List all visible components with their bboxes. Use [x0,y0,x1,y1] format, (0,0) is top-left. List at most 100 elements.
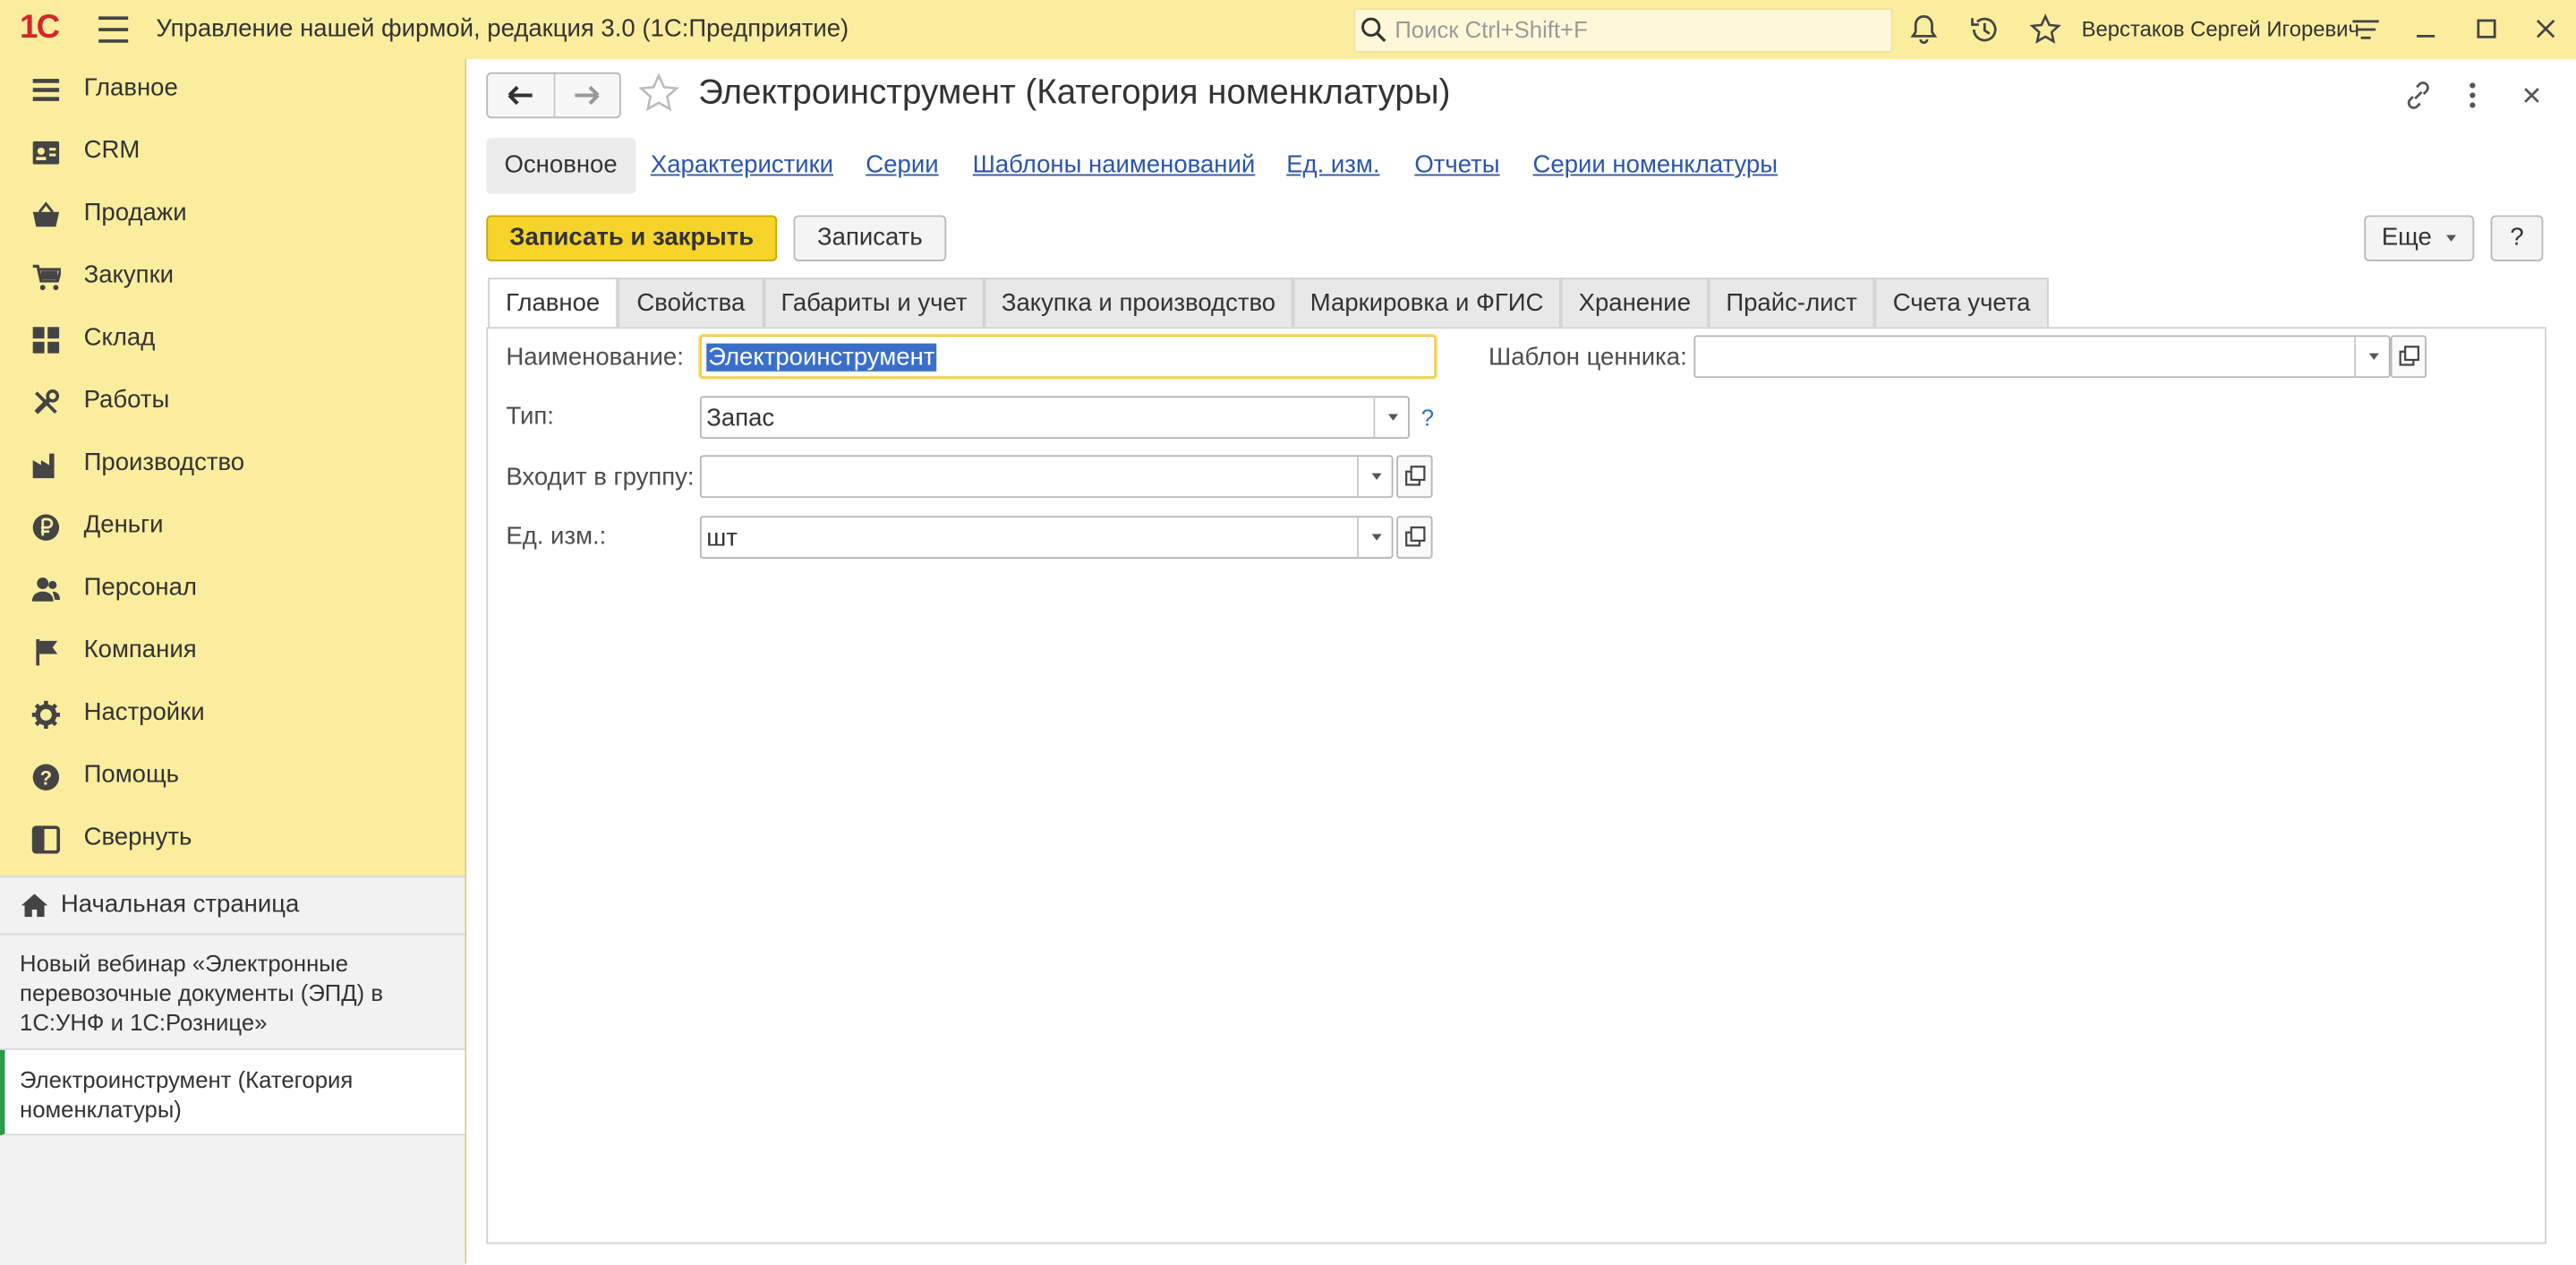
page-title: Электроинструмент (Категория номенклатур… [698,73,1451,112]
dropdown-arrow-icon[interactable] [1373,397,1409,438]
more-button[interactable]: Еще [2364,215,2475,261]
favorite-star-icon[interactable] [637,73,680,115]
minimize-icon[interactable] [2410,13,2444,47]
help-circle-icon: ? [32,764,60,791]
close-window-icon[interactable] [2530,13,2563,47]
name-value: Электроинструмент [706,343,937,372]
bell-icon[interactable] [1907,13,1941,47]
section-main[interactable]: Основное [486,138,635,194]
flag-icon [36,639,58,666]
search-box[interactable] [1353,8,1893,53]
group-select[interactable] [699,455,1394,499]
unit-open-button[interactable] [1396,516,1433,560]
sidebar-item-label: Продажи [83,199,187,227]
ruble-coin-icon [32,514,60,541]
settings-list-icon[interactable] [2350,13,2383,47]
home-page-label: Начальная страница [60,890,300,919]
sidebar-item-help[interactable]: ? Помощь [0,746,465,808]
open-in-window-icon [2399,346,2419,366]
tab-storage[interactable]: Хранение [1560,278,1709,328]
arrow-left-icon [508,85,533,106]
save-and-close-button[interactable]: Записать и закрыть [486,215,778,261]
dropdown-arrow-icon[interactable] [1357,457,1393,497]
more-button-label: Еще [2381,223,2432,252]
type-select[interactable]: Запас [699,396,1410,440]
gear-icon [31,700,60,730]
home-icon [21,893,48,918]
history-icon[interactable] [1968,13,2001,47]
sidebar-item-sales[interactable]: Продажи [0,184,465,247]
sections-panel: Главное CRM Продажи Закупки Склад Работы… [0,59,467,1265]
history-nav [486,72,621,119]
price-tag-template-select[interactable] [1693,335,2391,379]
back-button[interactable] [488,74,552,117]
type-help-link[interactable]: ? [1421,405,1434,431]
dropdown-arrow-icon[interactable] [2354,337,2390,377]
section-characteristics[interactable]: Характеристики [651,138,833,193]
tab-marking-fgis[interactable]: Маркировка и ФГИС [1292,278,1561,328]
app-title: Управление нашей фирмой, редакция 3.0 (1… [156,14,849,43]
section-product-series[interactable]: Серии номенклатуры [1533,138,1778,193]
forward-button[interactable] [553,73,619,117]
open-windows-panel: Начальная страница Новый вебинар «Электр… [0,876,465,1265]
basket-icon [32,201,60,227]
maximize-icon[interactable] [2471,13,2504,47]
sidebar-item-label: Склад [83,323,156,352]
sidebar-item-purchases[interactable]: Закупки [0,246,465,309]
contact-card-icon [32,141,60,165]
tab-price-list[interactable]: Прайс-лист [1708,278,1875,328]
open-window-item-current[interactable]: Электроинструмент (Категория номенклатур… [0,1049,465,1136]
title-bar: 1С Управление нашей фирмой, редакция 3.0… [0,0,2576,61]
main-menu-icon[interactable] [98,16,129,43]
tab-purchase-production[interactable]: Закупка и производство [984,278,1293,328]
arrow-right-icon [575,85,600,106]
search-icon [1361,17,1386,43]
open-in-window-icon [1405,526,1426,547]
price-tag-template-label: Шаблон ценника: [1488,343,1687,372]
price-tag-open-button[interactable] [2390,335,2427,379]
app-window: 1С Управление нашей фирмой, редакция 3.0… [0,0,2576,1265]
search-input[interactable] [1391,14,1875,45]
section-name-templates[interactable]: Шаблоны наименований [973,138,1256,193]
dropdown-arrow-icon[interactable] [1357,517,1393,558]
section-units[interactable]: Ед. изм. [1286,138,1379,193]
more-actions-icon[interactable] [2460,79,2486,112]
unit-value: шт [706,524,738,552]
name-field[interactable]: Электроинструмент [699,335,1437,379]
sidebar-item-label: Настройки [83,698,205,727]
save-button[interactable]: Записать [793,215,947,261]
help-button[interactable]: ? [2490,215,2544,261]
tab-main[interactable]: Главное [488,278,618,329]
sidebar-item-main[interactable]: Главное [0,59,465,122]
tab-dimensions[interactable]: Габариты и учет [763,278,985,328]
section-series[interactable]: Серии [866,138,938,193]
sidebar-item-label: Работы [83,386,170,415]
sidebar-item-personnel[interactable]: Персонал [0,559,465,621]
tab-properties[interactable]: Свойства [618,278,764,328]
collapse-panel-icon [31,825,60,854]
close-form-icon[interactable] [2515,79,2548,112]
sidebar-item-production[interactable]: Производство [0,434,465,497]
chevron-down-icon [2446,235,2457,242]
group-open-button[interactable] [1396,455,1433,499]
link-icon[interactable] [2402,79,2435,112]
open-in-window-icon [1405,466,1426,486]
sidebar-item-settings[interactable]: Настройки [0,684,465,747]
home-page-item[interactable]: Начальная страница [0,877,465,936]
tab-accounts[interactable]: Счета учета [1874,278,2049,328]
sidebar-item-works[interactable]: Работы [0,372,465,434]
group-label: Входит в группу: [506,463,695,491]
favorites-star-icon[interactable] [2029,13,2062,47]
factory-icon [32,453,55,479]
sidebar-item-money[interactable]: Деньги [0,496,465,559]
sidebar-item-collapse[interactable]: Свернуть [0,808,465,871]
sidebar-item-warehouse[interactable]: Склад [0,309,465,372]
unit-select[interactable]: шт [699,516,1394,560]
sidebar-item-crm[interactable]: CRM [0,122,465,184]
unit-label: Ед. изм.: [506,522,607,551]
svg-text:?: ? [40,766,52,789]
user-name[interactable]: Верстаков Сергей Игоревич [2082,16,2359,41]
sidebar-item-company[interactable]: Компания [0,621,465,684]
open-window-item-webinar[interactable]: Новый вебинар «Электронные перевозочные … [0,935,465,1050]
section-reports[interactable]: Отчеты [1414,138,1499,193]
